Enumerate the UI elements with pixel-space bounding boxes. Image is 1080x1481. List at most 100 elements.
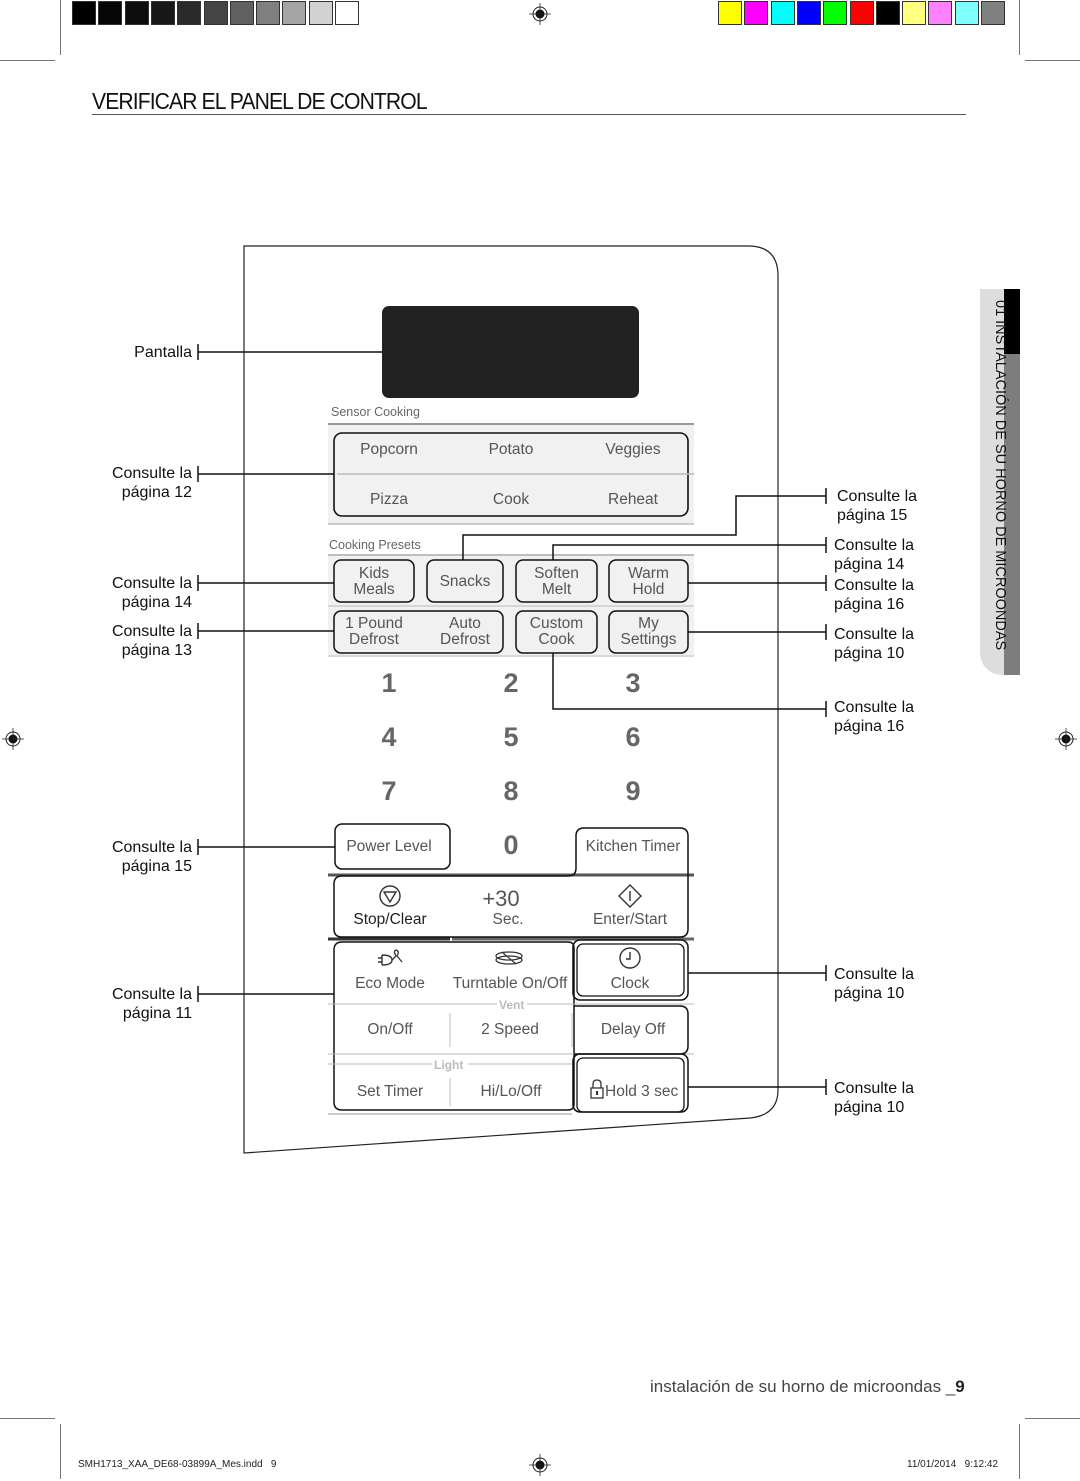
- callout-text: Consulte la: [834, 966, 915, 983]
- callout-page: página 12: [121, 484, 192, 501]
- lock-icon: [590, 1079, 604, 1099]
- button-label: 1 Pound: [345, 615, 403, 632]
- callout-page: página 14: [121, 594, 192, 611]
- callout-text: Consulte la: [834, 699, 915, 716]
- key-3[interactable]: 3: [613, 668, 653, 699]
- callout-kids-meals: Consulte la página 14: [82, 574, 192, 612]
- callout-page: página 16: [834, 718, 905, 735]
- potato-button[interactable]: Potato: [471, 442, 551, 458]
- button-label: Defrost: [440, 631, 490, 648]
- callout-text: Pantalla: [134, 344, 192, 361]
- key-4[interactable]: 4: [369, 722, 409, 753]
- callout-text: Consulte la: [111, 986, 192, 1003]
- callout-power-level: Consulte la página 15: [82, 838, 192, 876]
- key-5[interactable]: 5: [491, 722, 531, 753]
- button-label: Cook: [538, 631, 575, 648]
- warm-hold-button[interactable]: Warm Hold: [609, 566, 688, 598]
- vent-on-off-button[interactable]: On/Off: [340, 1022, 440, 1038]
- display-screen: [382, 306, 639, 398]
- button-label: Settings: [620, 631, 677, 648]
- footer-section-title: instalación de su horno de microondas _: [650, 1377, 956, 1396]
- callout-page: página 11: [122, 1005, 192, 1022]
- snacks-button[interactable]: Snacks: [427, 574, 503, 590]
- callout-display: Pantalla: [82, 343, 192, 362]
- key-8[interactable]: 8: [491, 776, 531, 807]
- cook-button[interactable]: Cook: [471, 492, 551, 508]
- callout-functions: Consulte la página 11: [82, 985, 192, 1023]
- slug-date: 11/01/2014 9:12:42: [907, 1459, 999, 1470]
- turntable-icon: [495, 951, 523, 965]
- enter-start-button[interactable]: Enter/Start: [580, 912, 680, 928]
- clock-button[interactable]: Clock: [580, 976, 680, 992]
- key-9[interactable]: 9: [613, 776, 653, 807]
- callout-text: Consulte la: [837, 488, 918, 505]
- callout-page: página 15: [837, 507, 908, 524]
- callout-my-settings: Consulte la página 10: [834, 625, 914, 663]
- callout-sensor-cooking: Consulte la página 12: [82, 464, 192, 502]
- key-1[interactable]: 1: [369, 668, 409, 699]
- auto-defrost-button[interactable]: Auto Defrost: [425, 616, 505, 648]
- callout-text: Consulte la: [111, 575, 192, 592]
- my-settings-button[interactable]: My Settings: [609, 616, 688, 648]
- plus30-button[interactable]: +30: [461, 888, 541, 910]
- key-7[interactable]: 7: [369, 776, 409, 807]
- control-panel-diagram: [197, 245, 827, 1154]
- custom-cook-button[interactable]: Custom Cook: [516, 616, 597, 648]
- light-group-label: Light: [432, 1058, 466, 1072]
- button-label: Meals: [353, 581, 395, 598]
- eco-mode-button[interactable]: Eco Mode: [340, 976, 440, 992]
- button-label: Defrost: [349, 631, 399, 648]
- clock-icon: [619, 947, 641, 969]
- popcorn-button[interactable]: Popcorn: [349, 442, 429, 458]
- callout-soften-melt: Consulte la página 14: [834, 536, 914, 574]
- callout-text: Consulte la: [111, 465, 192, 482]
- callout-page: página 10: [834, 645, 905, 662]
- slug-file-name: SMH1713_XAA_DE68-03899A_Mes.indd 9: [78, 1459, 277, 1470]
- hold-3-sec-button[interactable]: Hold 3 sec: [605, 1084, 678, 1100]
- callout-defrost: Consulte la página 13: [82, 622, 192, 660]
- button-label: Soften: [534, 565, 579, 582]
- callout-text: Consulte la: [111, 839, 192, 856]
- vent-delay-off-button[interactable]: Delay Off: [583, 1022, 683, 1038]
- set-timer-button[interactable]: Set Timer: [340, 1084, 440, 1100]
- callout-page: página 14: [834, 556, 905, 573]
- reheat-button[interactable]: Reheat: [593, 492, 673, 508]
- plus30-sub-label: Sec.: [492, 911, 524, 928]
- button-label: Warm: [628, 565, 669, 582]
- callout-custom-cook: Consulte la página 16: [834, 698, 914, 736]
- vent-2-speed-button[interactable]: 2 Speed: [460, 1022, 560, 1038]
- turntable-button[interactable]: Turntable On/Off: [450, 976, 570, 992]
- power-level-button[interactable]: Power Level: [335, 839, 443, 855]
- callout-page: página 15: [121, 858, 192, 875]
- eco-plug-icon: [378, 949, 403, 966]
- callout-text: Consulte la: [834, 577, 915, 594]
- button-label: Auto: [449, 615, 481, 632]
- button-label: Hold: [632, 581, 665, 598]
- start-icon: [618, 884, 642, 908]
- pizza-button[interactable]: Pizza: [349, 492, 429, 508]
- veggies-button[interactable]: Veggies: [593, 442, 673, 458]
- button-label: Melt: [541, 581, 572, 598]
- light-hi-lo-off-button[interactable]: Hi/Lo/Off: [461, 1084, 561, 1100]
- one-pound-defrost-button[interactable]: 1 Pound Defrost: [334, 616, 414, 648]
- kids-meals-button[interactable]: Kids Meals: [334, 566, 414, 598]
- callout-text: Consulte la: [834, 626, 915, 643]
- key-2[interactable]: 2: [491, 668, 531, 699]
- callout-page: página 10: [834, 1099, 905, 1116]
- page-number: 9: [955, 1377, 965, 1396]
- kitchen-timer-button[interactable]: Kitchen Timer: [580, 839, 686, 855]
- page-footer: instalación de su horno de microondas _9: [650, 1377, 965, 1397]
- stop-icon: [379, 885, 401, 907]
- callout-clock: Consulte la página 10: [834, 965, 914, 1003]
- vent-group-label: Vent: [497, 998, 527, 1012]
- callout-page: página 16: [834, 596, 905, 613]
- button-label: Custom: [529, 615, 584, 632]
- callout-child-lock: Consulte la página 10: [834, 1079, 914, 1117]
- cooking-presets-heading: Cooking Presets: [329, 538, 421, 552]
- soften-melt-button[interactable]: Soften Melt: [516, 566, 597, 598]
- key-6[interactable]: 6: [613, 722, 653, 753]
- key-0[interactable]: 0: [491, 830, 531, 861]
- stop-clear-button[interactable]: Stop/Clear: [340, 912, 440, 928]
- callout-page: página 10: [834, 985, 905, 1002]
- callout-page: página 13: [121, 642, 192, 659]
